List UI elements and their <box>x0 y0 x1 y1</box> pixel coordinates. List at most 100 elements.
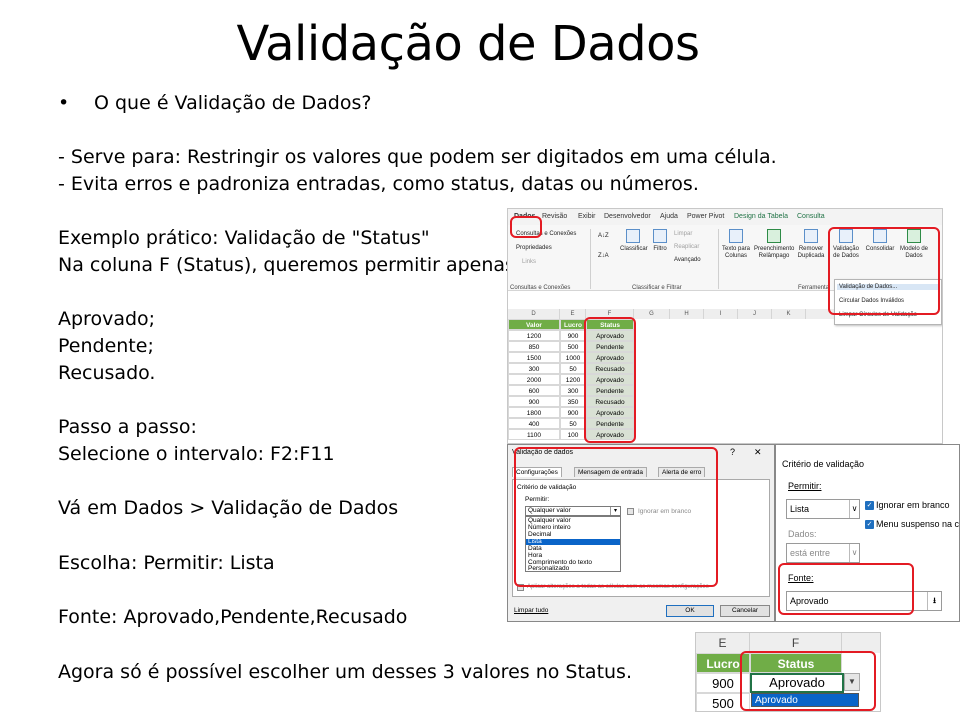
classificar-label: Classificar <box>620 246 648 252</box>
line-permitir: Escolha: Permitir: Lista <box>58 552 275 574</box>
tab-revisao[interactable]: Revisão <box>542 213 567 220</box>
line-exemplo: Exemplo prático: Validação de "Status" <box>58 227 430 249</box>
column-header-d[interactable]: D <box>508 309 560 319</box>
texto-colunas-label: Texto para Colunas <box>721 246 751 259</box>
flash-fill-icon <box>767 229 781 243</box>
table-cell[interactable]: 2000 <box>508 374 560 385</box>
table-cell[interactable]: 300 <box>560 385 586 396</box>
tab-exibir[interactable]: Exibir <box>578 213 596 220</box>
zoom-allow-value: Lista <box>790 504 810 514</box>
table-cell[interactable]: 900 <box>508 396 560 407</box>
line-fonte: Fonte: Aprovado,Pendente,Recusado <box>58 606 408 628</box>
bullet-question: O que é Validação de Dados? <box>94 92 372 114</box>
classificar-button[interactable]: Classificar <box>620 229 648 253</box>
remove-duplicates-icon <box>804 229 818 243</box>
bullet-dot: • <box>58 92 70 114</box>
line-coluna-f: Na coluna F (Status), queremos permitir … <box>58 254 522 276</box>
sort-az-icon[interactable]: A↓Z <box>598 233 609 240</box>
zoom-dropdown-menu-checkbox[interactable]: ✓ <box>865 520 874 529</box>
ok-button[interactable]: OK <box>666 605 714 617</box>
line-aprovado: Aprovado; <box>58 308 156 330</box>
cancel-button[interactable]: Cancelar <box>720 605 770 617</box>
column-header-e[interactable]: E <box>560 309 586 319</box>
filter-icon <box>653 229 667 243</box>
column-header-f[interactable]: F <box>750 633 842 653</box>
zoom-data-select[interactable]: está entre ∨ <box>786 543 860 563</box>
chevron-down-icon[interactable]: ∨ <box>849 500 859 518</box>
help-icon[interactable]: ? <box>730 447 735 457</box>
table-cell[interactable]: 50 <box>560 363 586 374</box>
slide-title: Validação de Dados <box>236 16 700 72</box>
line-menu-path: Vá em Dados > Validação de Dados <box>58 497 399 519</box>
reaplicar-button[interactable]: Reaplicar <box>674 244 699 251</box>
table-cell[interactable]: 1200 <box>560 374 586 385</box>
propriedades-button[interactable]: Propriedades <box>516 245 552 252</box>
ribbon-tabs: Dados Revisão Exibir Desenvolvedor Ajuda… <box>508 209 942 225</box>
zoom-dropdown-menu-label: Menu suspenso na célula <box>876 519 960 529</box>
sort-za-icon[interactable]: Z↓A <box>598 253 609 260</box>
table-cell[interactable]: 1100 <box>508 429 560 440</box>
tab-desenvolvedor[interactable]: Desenvolvedor <box>604 213 651 220</box>
column-header-g[interactable]: G <box>634 309 670 319</box>
highlight-dados-tab <box>510 216 542 238</box>
tab-power-pivot[interactable]: Power Pivot <box>687 213 724 220</box>
group-ferramentas: Ferramenta <box>798 285 830 291</box>
table-cell[interactable]: 900 <box>560 330 586 341</box>
text-to-columns-icon <box>729 229 743 243</box>
preenchimento-button[interactable]: Preenchimento Relâmpago <box>754 229 794 260</box>
zoom-data-label: Dados: <box>788 529 817 539</box>
line-evita-erros: - Evita erros e padroniza entradas, como… <box>58 173 699 195</box>
cell-dropdown-screenshot: E F Lucro Status 900 500 Aprovado ▼ Apro… <box>695 632 881 712</box>
tab-ajuda[interactable]: Ajuda <box>660 213 678 220</box>
texto-colunas-button[interactable]: Texto para Colunas <box>720 229 752 260</box>
avancado-button[interactable]: Avançado <box>674 257 701 264</box>
table-cell[interactable]: 1800 <box>508 407 560 418</box>
chevron-down-icon[interactable]: ∨ <box>849 544 859 562</box>
clear-all-button[interactable]: Limpar tudo <box>514 607 548 614</box>
table-cell[interactable]: 500 <box>560 341 586 352</box>
line-serve-para: - Serve para: Restringir os valores que … <box>58 146 777 168</box>
ribbon-separator <box>718 229 719 289</box>
criteria-zoom-panel: Critério de validação Permitir: Lista ∨ … <box>775 444 960 622</box>
table-cell[interactable]: 50 <box>560 418 586 429</box>
tab-consulta[interactable]: Consulta <box>797 213 825 220</box>
table-cell[interactable]: 100 <box>560 429 586 440</box>
table-cell[interactable]: 1500 <box>508 352 560 363</box>
highlight-validacao <box>828 227 940 315</box>
filtro-label: Filtro <box>653 246 667 252</box>
table-cell[interactable]: 400 <box>508 418 560 429</box>
table-cell[interactable]: 300 <box>508 363 560 374</box>
table-cell[interactable]: 350 <box>560 396 586 407</box>
limpar-button[interactable]: Limpar <box>674 231 692 238</box>
remover-duplicadas-button[interactable]: Remover Duplicada <box>796 229 826 260</box>
header-valor: Valor <box>508 319 560 330</box>
table-cell[interactable]: 1000 <box>560 352 586 363</box>
column-header-e[interactable]: E <box>696 633 750 653</box>
table-cell[interactable]: 850 <box>508 341 560 352</box>
tab-design-tabela[interactable]: Design da Tabela <box>734 213 788 220</box>
filtro-button[interactable]: Filtro <box>650 229 670 253</box>
column-header-g[interactable] <box>842 633 880 653</box>
column-header-j[interactable]: J <box>738 309 772 319</box>
column-header-k[interactable]: K <box>772 309 806 319</box>
line-passo: Passo a passo: <box>58 416 197 438</box>
highlight-status-column <box>584 317 636 443</box>
line-intervalo: Selecione o intervalo: F2:F11 <box>58 443 335 465</box>
remover-label: Remover Duplicada <box>797 246 825 259</box>
table-cell[interactable]: 900 <box>560 407 586 418</box>
ribbon-separator <box>590 229 591 289</box>
line-conclusao: Agora só é possível escolher um desses 3… <box>58 661 632 683</box>
zoom-allow-select[interactable]: Lista ∨ <box>786 499 860 519</box>
line-recusado: Recusado. <box>58 362 156 384</box>
zoom-data-value: está entre <box>790 548 831 558</box>
links-button[interactable]: Links <box>522 259 536 266</box>
column-header-i[interactable]: I <box>704 309 738 319</box>
zoom-allow-label: Permitir: <box>788 481 822 491</box>
close-icon[interactable]: ✕ <box>754 447 762 458</box>
column-header-h[interactable]: H <box>670 309 704 319</box>
zoom-ignore-blank-checkbox[interactable]: ✓ <box>865 501 874 510</box>
table-cell[interactable]: 1200 <box>508 330 560 341</box>
table-cell[interactable]: 600 <box>508 385 560 396</box>
zoom-ignore-blank-label: Ignorar em branco <box>876 500 950 510</box>
range-picker-icon[interactable]: ⭳ <box>927 592 941 610</box>
